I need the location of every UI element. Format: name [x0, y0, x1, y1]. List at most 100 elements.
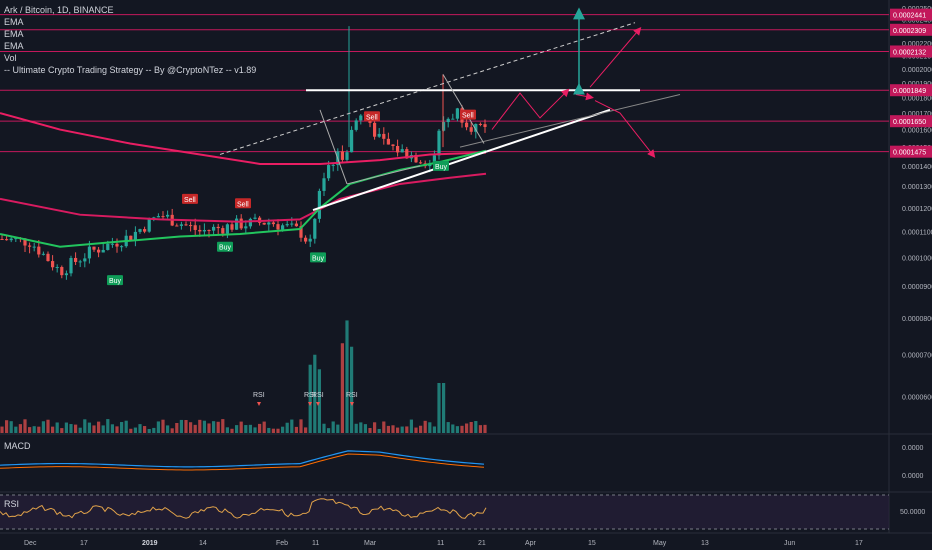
volume-bar	[41, 421, 45, 433]
volume-bar	[23, 419, 27, 433]
candle-body	[345, 152, 349, 160]
volume-bar	[179, 419, 183, 433]
candle-body	[391, 144, 395, 146]
candle-body	[0, 238, 4, 240]
price-tick-label: 0.0001600	[902, 128, 932, 135]
volume-bar	[281, 426, 285, 433]
candle-body	[304, 237, 308, 242]
x-axis-label: 13	[701, 540, 709, 547]
candle-body	[322, 178, 326, 191]
candle-body	[175, 225, 179, 227]
volume-bar	[175, 422, 179, 433]
volume-bar	[377, 428, 381, 433]
price-tick-label: 0.0000600	[902, 394, 932, 401]
candle-body	[225, 224, 229, 234]
x-axis-label: 11	[312, 540, 319, 547]
volume-bar	[299, 419, 303, 433]
macd-axis-label: 0.0000	[902, 473, 924, 480]
candle-body	[92, 246, 96, 250]
volume-bar	[396, 427, 400, 433]
volume-bar	[230, 428, 234, 433]
level-price-label: 0.0002441	[893, 13, 926, 20]
pattern-line	[442, 74, 485, 144]
volume-bar	[69, 424, 73, 433]
x-axis-label: Apr	[525, 540, 537, 547]
x-axis-label: Mar	[364, 540, 377, 547]
candle-body	[230, 224, 234, 230]
volume-bar	[368, 428, 372, 433]
candle-body	[133, 231, 137, 241]
volume-bar	[455, 426, 459, 433]
volume-bar	[405, 426, 409, 433]
candle-body	[483, 124, 487, 127]
x-axis-label: 2019	[142, 540, 158, 547]
candle-body	[386, 138, 390, 145]
volume-bar	[18, 424, 22, 433]
volume-bar	[60, 428, 64, 433]
volume-bar	[212, 421, 216, 433]
candle-body	[64, 273, 68, 276]
candle-body	[271, 222, 275, 225]
x-axis-label: 21	[478, 540, 486, 547]
candle-body	[354, 120, 358, 130]
volume-bar	[400, 426, 404, 433]
volume-bar	[331, 421, 335, 433]
signal-tag-buy: Buy	[433, 160, 449, 171]
candle-body	[290, 223, 294, 225]
candle-body	[212, 226, 216, 231]
candle-body	[138, 229, 142, 232]
volume-bar	[262, 421, 266, 433]
volume-bar	[469, 421, 473, 433]
candle-body	[46, 253, 50, 262]
candle-body	[373, 122, 377, 137]
volume-bar	[216, 421, 220, 433]
volume-bar	[37, 426, 41, 433]
price-chart[interactable]: 0.00025000.00024000.00023000.00022000.00…	[0, 0, 932, 550]
volume-bar	[258, 423, 262, 433]
candle-body	[262, 222, 266, 225]
volume-bar	[386, 425, 390, 433]
volume-bar	[446, 422, 450, 433]
candle-body	[419, 162, 423, 164]
candle-body	[400, 149, 404, 153]
chart-legend: Ark / Bitcoin, 1D, BINANCE EMA EMA EMA V…	[4, 4, 256, 76]
candle-body	[41, 253, 45, 255]
volume-bar	[359, 422, 363, 433]
price-tick-label: 0.0001300	[902, 184, 932, 191]
candle-body	[32, 246, 36, 248]
candle-body	[396, 145, 400, 153]
rsi-pane-label: RSI	[4, 499, 20, 509]
candle-body	[110, 243, 114, 245]
volume-bar	[161, 419, 165, 433]
volume-bar	[97, 421, 101, 433]
dashed-channel-line	[219, 22, 636, 155]
volume-bar	[202, 420, 206, 433]
candle-body	[97, 249, 101, 253]
volume-bar	[409, 419, 413, 433]
volume-bar	[363, 424, 367, 433]
candle-body	[253, 217, 257, 219]
volume-bar	[221, 419, 225, 433]
ema-mid-line	[0, 172, 487, 223]
volume-bar	[304, 427, 308, 433]
candle-body	[207, 230, 211, 232]
volume-bar	[124, 420, 128, 433]
candle-body	[442, 122, 446, 131]
x-axis-label: Jun	[784, 540, 795, 547]
candle-body	[235, 218, 239, 230]
candle-body	[189, 225, 193, 227]
volume-bar	[74, 424, 78, 433]
volume-bar	[465, 423, 469, 433]
candle-body	[101, 249, 105, 253]
volume-bar	[244, 425, 248, 433]
candle-body	[239, 218, 243, 229]
volume-bar	[460, 425, 464, 433]
price-tick-label: 0.0000900	[902, 284, 932, 291]
candle-body	[5, 239, 9, 241]
volume-bar	[382, 421, 386, 433]
volume-bar	[414, 427, 418, 433]
volume-bar	[253, 427, 257, 433]
x-axis-label: May	[653, 540, 667, 547]
volume-bar	[317, 369, 321, 433]
macd-pane-label: MACD	[4, 441, 31, 451]
